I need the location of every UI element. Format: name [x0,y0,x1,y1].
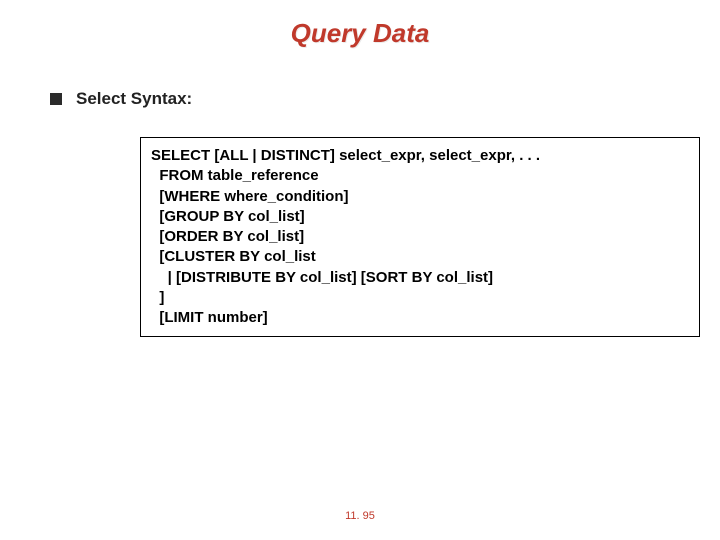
bullet-row: Select Syntax: [50,89,680,109]
syntax-code-block: SELECT [ALL | DISTINCT] select_expr, sel… [140,137,700,337]
slide-title: Query Data [40,18,680,49]
slide: Query Data Select Syntax: SELECT [ALL | … [0,0,720,540]
bullet-label: Select Syntax: [76,89,192,109]
page-number: 11. 95 [0,510,720,522]
square-bullet-icon [50,93,62,105]
